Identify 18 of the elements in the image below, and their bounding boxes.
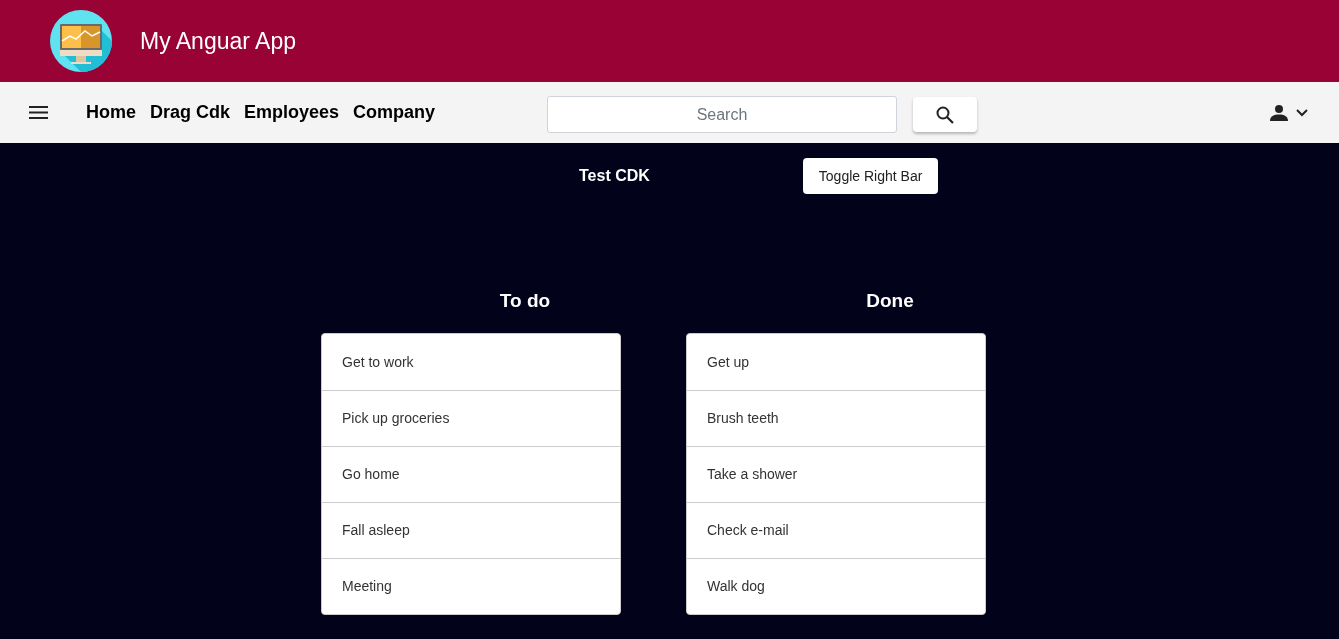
monitor-logo-icon: [50, 10, 112, 72]
search-icon: [936, 105, 954, 124]
menu-icon: [28, 106, 48, 119]
search-field[interactable]: Search: [547, 96, 897, 133]
search-button[interactable]: [913, 97, 977, 132]
toggle-right-bar-button[interactable]: Toggle Right Bar: [802, 158, 939, 194]
nav-link[interactable]: Home: [86, 99, 136, 126]
list-heading: To do: [499, 288, 551, 313]
user-icon: [1270, 105, 1288, 121]
app-title: My Anguar App: [140, 26, 296, 56]
nav-link[interactable]: Drag Cdk: [150, 99, 231, 126]
nav-link[interactable]: Company: [353, 99, 436, 126]
list-heading: Done: [866, 288, 914, 313]
page-title: Test CDK: [579, 166, 650, 186]
list-item[interactable]: Walk dog: [687, 558, 985, 614]
nav-link[interactable]: Employees: [244, 99, 340, 126]
chevron-down-icon: [1296, 109, 1308, 117]
list-item[interactable]: Meeting: [322, 558, 620, 614]
